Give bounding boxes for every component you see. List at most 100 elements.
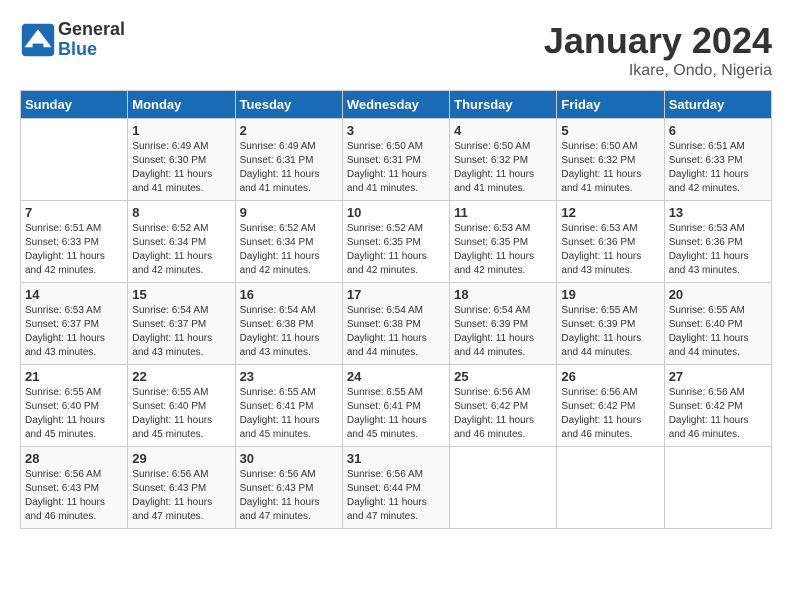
day-info: Sunrise: 6:52 AM Sunset: 6:34 PM Dayligh… (240, 222, 338, 278)
calendar-week-3: 14 Sunrise: 6:53 AM Sunset: 6:37 PM Dayli… (21, 283, 772, 365)
table-row: 9 Sunrise: 6:52 AM Sunset: 6:34 PM Daylig… (235, 201, 342, 283)
day-header-monday: Monday (128, 91, 235, 119)
day-number: 23 (240, 369, 338, 384)
day-info: Sunrise: 6:53 AM Sunset: 6:35 PM Dayligh… (454, 222, 552, 278)
table-row: 25 Sunrise: 6:56 AM Sunset: 6:42 PM Dayli… (450, 365, 557, 447)
table-row: 24 Sunrise: 6:55 AM Sunset: 6:41 PM Dayli… (342, 365, 449, 447)
day-info: Sunrise: 6:56 AM Sunset: 6:43 PM Dayligh… (25, 468, 123, 524)
calendar-body: 1 Sunrise: 6:49 AM Sunset: 6:30 PM Daylig… (21, 119, 772, 529)
calendar-week-5: 28Sunrise: 6:56 AM Sunset: 6:43 PM Dayli… (21, 447, 772, 529)
day-header-saturday: Saturday (664, 91, 771, 119)
day-info: Sunrise: 6:49 AM Sunset: 6:30 PM Dayligh… (132, 140, 230, 196)
table-row: 28Sunrise: 6:56 AM Sunset: 6:43 PM Dayli… (21, 447, 128, 529)
day-info: Sunrise: 6:54 AM Sunset: 6:38 PM Dayligh… (347, 304, 445, 360)
day-info: Sunrise: 6:56 AM Sunset: 6:44 PM Dayligh… (347, 468, 445, 524)
day-header-wednesday: Wednesday (342, 91, 449, 119)
table-row: 1 Sunrise: 6:49 AM Sunset: 6:30 PM Daylig… (128, 119, 235, 201)
table-row: 2Sunrise: 6:49 AM Sunset: 6:31 PM Daylig… (235, 119, 342, 201)
day-number: 11 (454, 205, 552, 220)
table-row (21, 119, 128, 201)
day-header-tuesday: Tuesday (235, 91, 342, 119)
day-info: Sunrise: 6:50 AM Sunset: 6:31 PM Dayligh… (347, 140, 445, 196)
day-number: 26 (561, 369, 659, 384)
day-info: Sunrise: 6:56 AM Sunset: 6:42 PM Dayligh… (669, 386, 767, 442)
day-number: 20 (669, 287, 767, 302)
table-row: 11 Sunrise: 6:53 AM Sunset: 6:35 PM Dayli… (450, 201, 557, 283)
table-row: 15 Sunrise: 6:54 AM Sunset: 6:37 PM Dayli… (128, 283, 235, 365)
day-header-thursday: Thursday (450, 91, 557, 119)
day-number: 21 (25, 369, 123, 384)
table-row: 20 Sunrise: 6:55 AM Sunset: 6:40 PM Dayli… (664, 283, 771, 365)
logo: General Blue (20, 20, 125, 60)
day-info: Sunrise: 6:54 AM Sunset: 6:37 PM Dayligh… (132, 304, 230, 360)
day-number: 1 (132, 123, 230, 138)
day-number: 13 (669, 205, 767, 220)
day-info: Sunrise: 6:55 AM Sunset: 6:40 PM Dayligh… (132, 386, 230, 442)
table-row: 21 Sunrise: 6:55 AM Sunset: 6:40 PM Dayli… (21, 365, 128, 447)
calendar-week-4: 21 Sunrise: 6:55 AM Sunset: 6:40 PM Dayli… (21, 365, 772, 447)
day-info: Sunrise: 6:56 AM Sunset: 6:42 PM Dayligh… (454, 386, 552, 442)
calendar-title: January 2024 (544, 20, 772, 62)
page-header: General Blue January 2024 Ikare, Ondo, N… (20, 20, 772, 80)
day-info: Sunrise: 6:52 AM Sunset: 6:35 PM Dayligh… (347, 222, 445, 278)
day-number: 4 (454, 123, 552, 138)
calendar-subtitle: Ikare, Ondo, Nigeria (544, 62, 772, 80)
day-info: Sunrise: 6:55 AM Sunset: 6:41 PM Dayligh… (347, 386, 445, 442)
logo-icon (20, 22, 56, 58)
day-number: 15 (132, 287, 230, 302)
day-number: 7 (25, 205, 123, 220)
day-number: 3 (347, 123, 445, 138)
table-row: 19Sunrise: 6:55 AM Sunset: 6:39 PM Dayli… (557, 283, 664, 365)
day-number: 22 (132, 369, 230, 384)
day-number: 31 (347, 451, 445, 466)
day-info: Sunrise: 6:54 AM Sunset: 6:39 PM Dayligh… (454, 304, 552, 360)
day-number: 12 (561, 205, 659, 220)
day-info: Sunrise: 6:53 AM Sunset: 6:37 PM Dayligh… (25, 304, 123, 360)
table-row: 8 Sunrise: 6:52 AM Sunset: 6:34 PM Daylig… (128, 201, 235, 283)
day-number: 5 (561, 123, 659, 138)
day-info: Sunrise: 6:52 AM Sunset: 6:34 PM Dayligh… (132, 222, 230, 278)
day-info: Sunrise: 6:55 AM Sunset: 6:41 PM Dayligh… (240, 386, 338, 442)
day-number: 10 (347, 205, 445, 220)
table-row: 12Sunrise: 6:53 AM Sunset: 6:36 PM Dayli… (557, 201, 664, 283)
table-row: 4 Sunrise: 6:50 AM Sunset: 6:32 PM Daylig… (450, 119, 557, 201)
day-info: Sunrise: 6:55 AM Sunset: 6:40 PM Dayligh… (669, 304, 767, 360)
day-info: Sunrise: 6:56 AM Sunset: 6:43 PM Dayligh… (240, 468, 338, 524)
day-info: Sunrise: 6:56 AM Sunset: 6:42 PM Dayligh… (561, 386, 659, 442)
day-number: 19 (561, 287, 659, 302)
calendar-table: SundayMondayTuesdayWednesdayThursdayFrid… (20, 90, 772, 529)
day-number: 14 (25, 287, 123, 302)
table-row: 26 Sunrise: 6:56 AM Sunset: 6:42 PM Dayli… (557, 365, 664, 447)
table-row: 22 Sunrise: 6:55 AM Sunset: 6:40 PM Dayli… (128, 365, 235, 447)
day-info: Sunrise: 6:53 AM Sunset: 6:36 PM Dayligh… (669, 222, 767, 278)
day-number: 24 (347, 369, 445, 384)
table-row: 5 Sunrise: 6:50 AM Sunset: 6:32 PM Daylig… (557, 119, 664, 201)
table-row: 3 Sunrise: 6:50 AM Sunset: 6:31 PM Daylig… (342, 119, 449, 201)
day-number: 9 (240, 205, 338, 220)
table-row: 13 Sunrise: 6:53 AM Sunset: 6:36 PM Dayli… (664, 201, 771, 283)
day-info: Sunrise: 6:56 AM Sunset: 6:43 PM Dayligh… (132, 468, 230, 524)
table-row: 18Sunrise: 6:54 AM Sunset: 6:39 PM Dayli… (450, 283, 557, 365)
table-row (664, 447, 771, 529)
day-info: Sunrise: 6:51 AM Sunset: 6:33 PM Dayligh… (25, 222, 123, 278)
day-number: 17 (347, 287, 445, 302)
day-number: 29 (132, 451, 230, 466)
day-info: Sunrise: 6:50 AM Sunset: 6:32 PM Dayligh… (561, 140, 659, 196)
table-row: 7 Sunrise: 6:51 AM Sunset: 6:33 PM Daylig… (21, 201, 128, 283)
day-number: 25 (454, 369, 552, 384)
day-number: 8 (132, 205, 230, 220)
day-info: Sunrise: 6:55 AM Sunset: 6:40 PM Dayligh… (25, 386, 123, 442)
day-number: 6 (669, 123, 767, 138)
logo-text: General Blue (58, 20, 125, 60)
table-row: 23 Sunrise: 6:55 AM Sunset: 6:41 PM Dayli… (235, 365, 342, 447)
title-block: January 2024 Ikare, Ondo, Nigeria (544, 20, 772, 80)
day-info: Sunrise: 6:50 AM Sunset: 6:32 PM Dayligh… (454, 140, 552, 196)
table-row: 10 Sunrise: 6:52 AM Sunset: 6:35 PM Dayli… (342, 201, 449, 283)
calendar-header-row: SundayMondayTuesdayWednesdayThursdayFrid… (21, 91, 772, 119)
table-row: 27Sunrise: 6:56 AM Sunset: 6:42 PM Dayli… (664, 365, 771, 447)
table-row: 29 Sunrise: 6:56 AM Sunset: 6:43 PM Dayli… (128, 447, 235, 529)
calendar-week-2: 7 Sunrise: 6:51 AM Sunset: 6:33 PM Daylig… (21, 201, 772, 283)
table-row: 17 Sunrise: 6:54 AM Sunset: 6:38 PM Dayli… (342, 283, 449, 365)
day-number: 2 (240, 123, 338, 138)
table-row (450, 447, 557, 529)
